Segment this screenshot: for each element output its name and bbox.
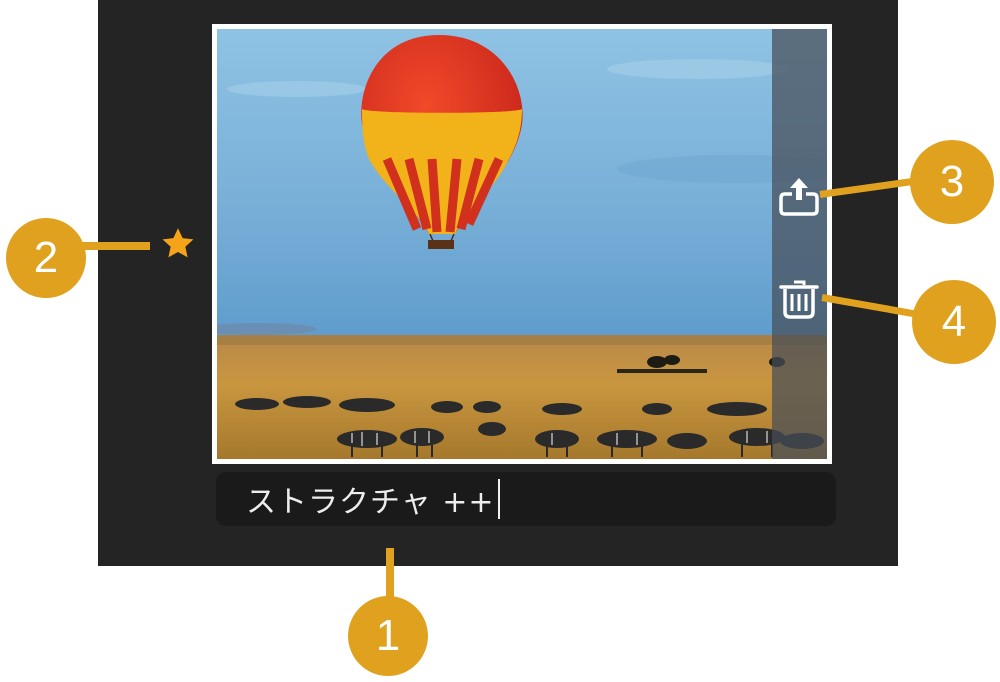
callout-4: 4: [912, 280, 996, 364]
caption-input[interactable]: ストラクチャ ++: [216, 472, 836, 526]
text-cursor: [497, 479, 500, 519]
share-icon: [779, 178, 819, 216]
photo-thumbnail[interactable]: [212, 24, 832, 464]
callout-2: 2: [6, 218, 86, 298]
favorite-star-icon[interactable]: [160, 226, 196, 262]
photo-action-strip: [772, 29, 827, 459]
share-button[interactable]: [774, 171, 824, 221]
caption-text: ストラクチャ ++: [246, 485, 495, 520]
delete-button[interactable]: [774, 273, 824, 323]
callout-1: 1: [348, 596, 428, 676]
trash-icon: [779, 280, 819, 319]
callout-2-line: [82, 242, 150, 250]
callout-3: 3: [910, 140, 994, 224]
